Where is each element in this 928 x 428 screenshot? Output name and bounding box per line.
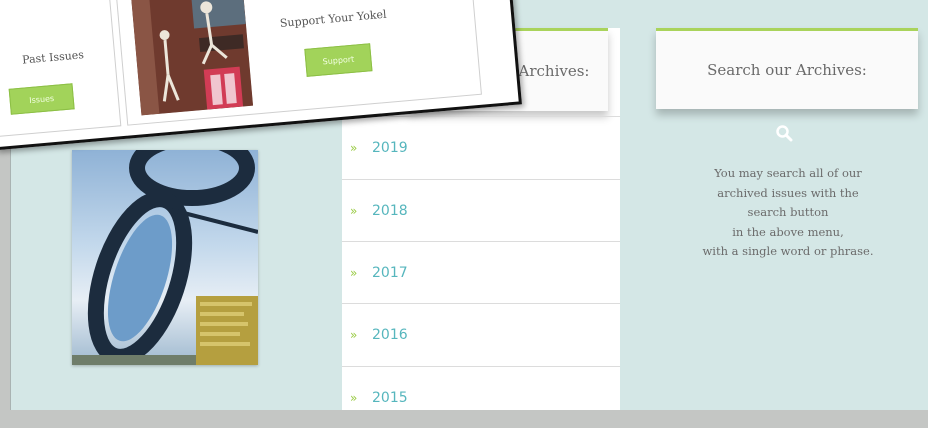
search-instructions-line: search button — [747, 205, 829, 219]
archive-year-link[interactable]: » 2015 — [342, 366, 620, 428]
past-issues-card: Past Issues Issues — [0, 0, 122, 138]
double-chevron-icon: » — [350, 327, 358, 342]
search-instructions-line: in the above menu, — [732, 224, 844, 239]
archive-year-label: 2017 — [372, 264, 408, 281]
search-instructions-line: You may search all of our — [714, 166, 862, 180]
search-icon[interactable] — [775, 124, 793, 142]
search-instructions: You may search all of our archived issue… — [660, 164, 916, 262]
archive-year-link[interactable]: » 2016 — [342, 303, 620, 365]
support-card: Support Your Yokel Support — [114, 0, 482, 126]
search-archives-header: Search our Archives: — [656, 28, 918, 109]
search-instructions-line: with a single word or phrase. — [702, 244, 874, 258]
double-chevron-icon: » — [350, 203, 358, 218]
support-button-label: Support — [322, 54, 355, 66]
archive-year-link[interactable]: » 2019 — [342, 116, 620, 178]
double-chevron-icon: » — [350, 390, 358, 405]
support-button[interactable]: Support — [304, 43, 373, 77]
skeleton-photo — [130, 0, 254, 116]
archive-year-label: 2016 — [372, 326, 408, 343]
issue-cover-image[interactable] — [72, 150, 258, 365]
past-issues-button[interactable]: Issues — [8, 83, 75, 115]
skeleton-photo-art — [130, 0, 254, 116]
search-instructions-line: archived issues with the — [717, 185, 859, 200]
support-title: Support Your Yokel — [279, 7, 388, 30]
double-chevron-icon: » — [350, 265, 358, 280]
archive-year-label: 2018 — [372, 202, 408, 219]
past-issues-label: Past Issues — [21, 48, 85, 67]
archive-year-label: 2019 — [372, 139, 408, 156]
past-issues-button-label: Issues — [28, 93, 55, 105]
double-chevron-icon: » — [350, 140, 358, 155]
archive-year-label: 2015 — [372, 389, 408, 406]
cover-artwork — [72, 150, 258, 365]
search-archives-title: Search our Archives: — [707, 61, 867, 79]
archive-year-link[interactable]: » 2018 — [342, 179, 620, 241]
archive-year-link[interactable]: » 2017 — [342, 241, 620, 303]
